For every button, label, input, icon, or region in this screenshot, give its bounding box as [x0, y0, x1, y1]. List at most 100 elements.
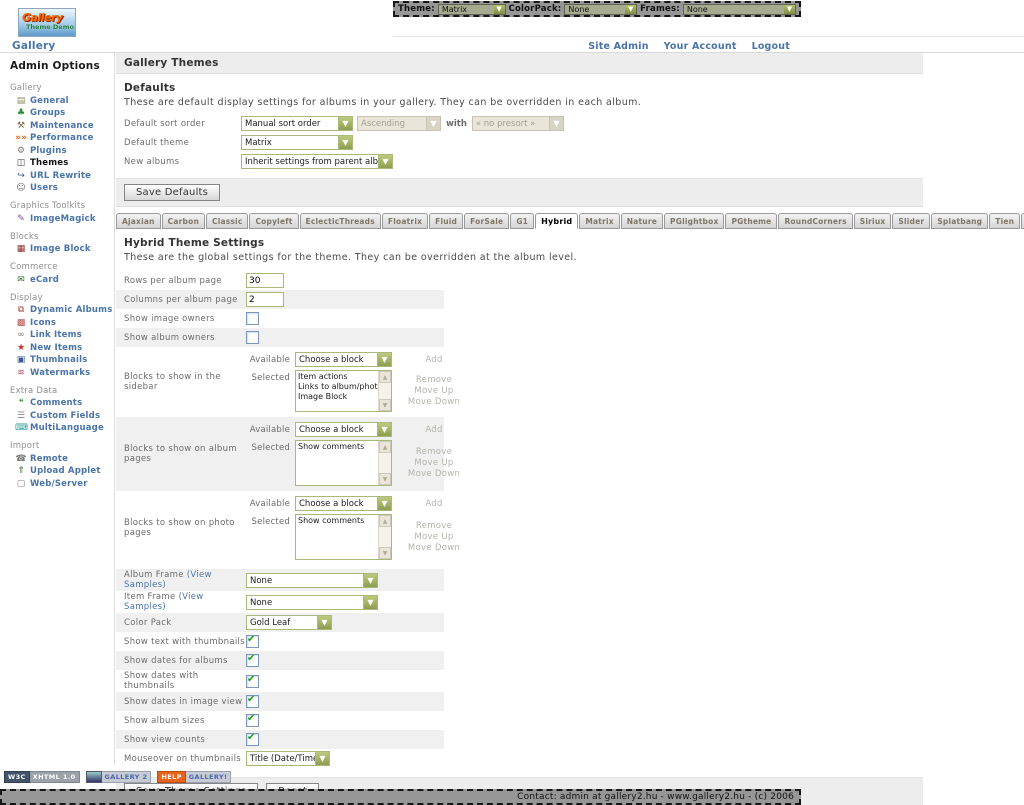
tab-copyleft[interactable]: Copyleft: [249, 213, 298, 229]
sidebar-item-plugins[interactable]: ⚙ Plugins: [0, 145, 114, 158]
listbox-scrollbar[interactable]: ▲ ▼: [378, 515, 391, 559]
sidebar-item-thumbnails[interactable]: ▣ Thumbnails: [0, 355, 114, 368]
sidebar-item-upload-applet[interactable]: ⇑ Upload Applet: [0, 466, 114, 479]
tab-classic[interactable]: Classic: [206, 213, 248, 229]
sidebar-item-themes[interactable]: ◫ Themes: [0, 158, 114, 171]
colorpack-select[interactable]: None ▼: [564, 4, 637, 15]
help-gallery-badge[interactable]: HELP GALLERY!: [157, 771, 231, 783]
show-dates-thumbs-checkbox[interactable]: [246, 675, 259, 688]
blocks-photo-listbox[interactable]: Show comments ▲ ▼: [295, 514, 392, 560]
blocks-sidebar-listbox[interactable]: Item actions Links to album/photo peers …: [295, 370, 392, 412]
show-dates-image-view-checkbox[interactable]: [246, 695, 259, 708]
sidebar-item-performance[interactable]: »» Performance: [0, 133, 114, 146]
sidebar-item-custom-fields[interactable]: ☰ Custom Fields: [0, 410, 114, 423]
tab-tien[interactable]: Tien: [989, 213, 1020, 229]
tab-pgtheme[interactable]: PGtheme: [725, 213, 777, 229]
sidebar-item-comments[interactable]: ❝ Comments: [0, 398, 114, 411]
site-admin-link[interactable]: Site Admin: [588, 41, 648, 52]
save-defaults-button[interactable]: Save Defaults: [124, 184, 220, 201]
tab-hybrid[interactable]: Hybrid: [535, 213, 578, 229]
show-view-counts-checkbox[interactable]: [246, 733, 259, 746]
tab-pglightbox[interactable]: PGlightbox: [664, 213, 724, 229]
remove-link[interactable]: Remove: [402, 447, 466, 457]
default-theme-select[interactable]: Matrix ▼: [241, 135, 353, 150]
theme-select[interactable]: Matrix ▼: [438, 4, 506, 15]
show-image-owners-checkbox[interactable]: [246, 312, 259, 325]
scroll-up-icon[interactable]: ▲: [379, 371, 391, 383]
sidebar-item-link-items[interactable]: ∞ Link Items: [0, 330, 114, 343]
sidebar-item-groups[interactable]: ♣ Groups: [0, 108, 114, 121]
tab-g1[interactable]: G1: [510, 213, 534, 229]
move-down-link[interactable]: Move Down: [402, 397, 466, 407]
frames-select[interactable]: None ▼: [683, 4, 796, 15]
color-pack-select[interactable]: Gold Leaf ▼: [246, 615, 332, 630]
add-link[interactable]: Add: [402, 496, 466, 509]
tab-slider[interactable]: Slider: [892, 213, 930, 229]
logout-link[interactable]: Logout: [752, 41, 790, 52]
show-album-sizes-checkbox[interactable]: [246, 714, 259, 727]
sidebar-item-remote[interactable]: ☎ Remote: [0, 453, 114, 466]
listbox-item[interactable]: Item actions: [296, 372, 378, 382]
scroll-down-icon[interactable]: ▼: [379, 399, 391, 411]
remove-link[interactable]: Remove: [402, 521, 466, 531]
cols-per-page-input[interactable]: [246, 292, 284, 307]
tab-nature[interactable]: Nature: [621, 213, 663, 229]
blocks-photo-available-select[interactable]: Choose a block ▼: [295, 496, 392, 511]
show-album-owners-checkbox[interactable]: [246, 331, 259, 344]
move-down-link[interactable]: Move Down: [402, 469, 466, 479]
listbox-scrollbar[interactable]: ▲ ▼: [378, 371, 391, 411]
new-albums-select[interactable]: Inherit settings from parent album ▼: [241, 154, 393, 169]
tab-eclecticthreads[interactable]: EclecticThreads: [300, 213, 381, 229]
sidebar-item-new-items[interactable]: ★ New Items: [0, 342, 114, 355]
tab-carbon[interactable]: Carbon: [162, 213, 205, 229]
gallery2-badge[interactable]: GALLERY 2: [86, 771, 152, 783]
add-link[interactable]: Add: [402, 352, 466, 365]
listbox-item[interactable]: Show comments: [296, 516, 378, 526]
mouseover-thumbs-select[interactable]: Title (Date/Time) ▼: [246, 751, 330, 766]
sidebar-item-multilanguage[interactable]: ⌨ MultiLanguage: [0, 423, 114, 436]
gallery-logo[interactable]: Gallery Theme Demo: [18, 8, 76, 37]
move-up-link[interactable]: Move Up: [402, 386, 466, 396]
sidebar-item-general[interactable]: ▤ General: [0, 95, 114, 108]
move-up-link[interactable]: Move Up: [402, 532, 466, 542]
scroll-down-icon[interactable]: ▼: [379, 547, 391, 559]
listbox-item[interactable]: Show comments: [296, 442, 378, 452]
tab-ajaxian[interactable]: Ajaxian: [116, 213, 161, 229]
breadcrumb[interactable]: Gallery: [12, 40, 55, 52]
move-down-link[interactable]: Move Down: [402, 543, 466, 553]
tab-splatbang[interactable]: Splatbang: [931, 213, 988, 229]
add-link[interactable]: Add: [402, 422, 466, 435]
scroll-up-icon[interactable]: ▲: [379, 515, 391, 527]
sidebar-item-maintenance[interactable]: ⚒ Maintenance: [0, 120, 114, 133]
scroll-up-icon[interactable]: ▲: [379, 441, 391, 453]
listbox-scrollbar[interactable]: ▲ ▼: [378, 441, 391, 485]
move-up-link[interactable]: Move Up: [402, 458, 466, 468]
sidebar-item-icons[interactable]: ▩ Icons: [0, 317, 114, 330]
show-dates-albums-checkbox[interactable]: [246, 654, 259, 667]
blocks-album-available-select[interactable]: Choose a block ▼: [295, 422, 392, 437]
tab-roundcorners[interactable]: RoundCorners: [778, 213, 852, 229]
blocks-sidebar-available-select[interactable]: Choose a block ▼: [295, 352, 392, 367]
default-sort-order-select[interactable]: Manual sort order ▼: [241, 116, 353, 131]
tab-siriux[interactable]: Siriux: [854, 213, 892, 229]
tab-floatrix[interactable]: Floatrix: [382, 213, 428, 229]
blocks-album-listbox[interactable]: Show comments ▲ ▼: [295, 440, 392, 486]
sidebar-item-imagemagick[interactable]: ✎ ImageMagick: [0, 213, 114, 226]
sidebar-item-watermarks[interactable]: ≋ Watermarks: [0, 367, 114, 380]
listbox-item[interactable]: Image Block: [296, 392, 378, 402]
album-frame-select[interactable]: None ▼: [246, 573, 378, 588]
item-frame-select[interactable]: None ▼: [246, 595, 378, 610]
sidebar-item-dynamic-albums[interactable]: ⧉ Dynamic Albums: [0, 305, 114, 318]
scroll-down-icon[interactable]: ▼: [379, 473, 391, 485]
sidebar-item-users[interactable]: ☺ Users: [0, 183, 114, 196]
remove-link[interactable]: Remove: [402, 375, 466, 385]
sidebar-item-ecard[interactable]: ✉ eCard: [0, 274, 114, 287]
sidebar-item-web-server[interactable]: ▢ Web/Server: [0, 478, 114, 491]
tab-fluid[interactable]: Fluid: [429, 213, 463, 229]
tab-matrix[interactable]: Matrix: [579, 213, 619, 229]
listbox-item[interactable]: Links to album/photo peers: [296, 382, 378, 392]
sidebar-item-url-rewrite[interactable]: ↪ URL Rewrite: [0, 170, 114, 183]
your-account-link[interactable]: Your Account: [664, 41, 737, 52]
rows-per-page-input[interactable]: [246, 273, 284, 288]
sidebar-item-image-block[interactable]: ▦ Image Block: [0, 244, 114, 257]
